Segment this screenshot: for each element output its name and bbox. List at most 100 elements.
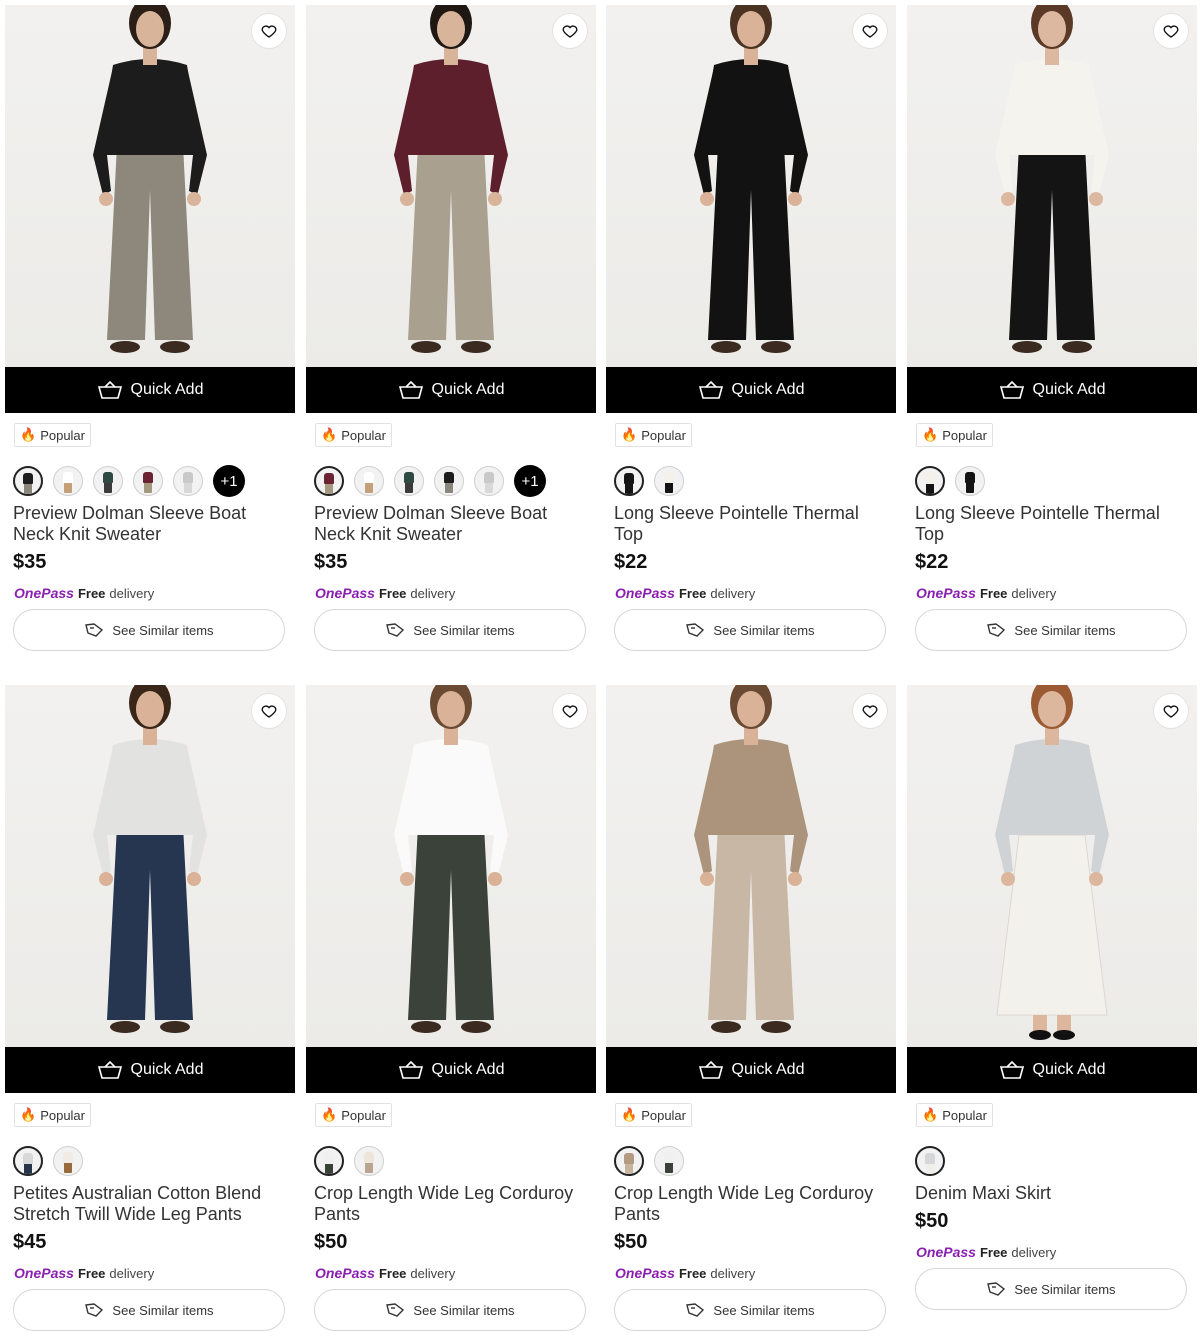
onepass-delivery: OnePass Free delivery — [14, 585, 295, 601]
quick-add-button[interactable]: Quick Add — [907, 1047, 1197, 1093]
model-face — [737, 691, 765, 727]
color-swatch[interactable] — [654, 1146, 684, 1176]
color-swatch[interactable] — [133, 466, 163, 496]
see-similar-button[interactable]: See Similar items — [915, 609, 1187, 651]
color-swatch[interactable] — [314, 466, 344, 496]
color-swatch[interactable] — [53, 1146, 83, 1176]
color-swatch[interactable] — [394, 466, 424, 496]
product-image[interactable] — [5, 685, 295, 1047]
color-swatch[interactable] — [13, 1146, 43, 1176]
color-swatch[interactable] — [173, 466, 203, 496]
product-image[interactable] — [306, 5, 596, 367]
quick-add-button[interactable]: Quick Add — [907, 367, 1197, 413]
product-card[interactable]: Quick Add 🔥 Popular Crop Length Wide Leg… — [606, 685, 896, 1331]
product-card[interactable]: Quick Add 🔥 Popular Denim Maxi Skirt $50… — [907, 685, 1197, 1310]
product-image[interactable] — [606, 5, 896, 367]
wishlist-button[interactable] — [1153, 693, 1189, 729]
flame-icon: 🔥 — [922, 427, 939, 442]
product-title[interactable]: Preview Dolman Sleeve Boat Neck Knit Swe… — [13, 503, 287, 545]
swatch-bottom — [184, 482, 192, 493]
product-title[interactable]: Crop Length Wide Leg Corduroy Pants — [314, 1183, 588, 1225]
swatch-top — [664, 472, 674, 483]
color-swatch[interactable] — [13, 466, 43, 496]
product-card[interactable]: Quick Add 🔥 Popular Long Sleeve Pointell… — [606, 5, 896, 651]
swatch-bottom — [665, 1162, 673, 1173]
model-photo — [995, 685, 1109, 1040]
color-swatch[interactable] — [354, 1146, 384, 1176]
see-similar-button[interactable]: See Similar items — [314, 1289, 586, 1331]
more-colors-button[interactable]: +1 — [514, 465, 546, 497]
product-image[interactable] — [5, 5, 295, 367]
product-image[interactable] — [606, 685, 896, 1047]
product-image[interactable] — [907, 5, 1197, 367]
delivery-label: delivery — [710, 1266, 756, 1281]
see-similar-button[interactable]: See Similar items — [13, 1289, 285, 1331]
swatch-bottom — [24, 483, 32, 494]
see-similar-button[interactable]: See Similar items — [614, 609, 886, 651]
quick-add-button[interactable]: Quick Add — [5, 1047, 295, 1093]
color-swatch[interactable] — [955, 466, 985, 496]
see-similar-button[interactable]: See Similar items — [915, 1268, 1187, 1310]
model-shoe — [711, 1021, 741, 1033]
quick-add-button[interactable]: Quick Add — [306, 367, 596, 413]
color-swatch[interactable] — [314, 1146, 344, 1176]
quick-add-button[interactable]: Quick Add — [5, 367, 295, 413]
wishlist-button[interactable] — [1153, 13, 1189, 49]
wishlist-button[interactable] — [852, 693, 888, 729]
wishlist-button[interactable] — [251, 693, 287, 729]
onepass-logo: OnePass — [14, 585, 74, 601]
swatch-bottom — [665, 482, 673, 493]
see-similar-button[interactable]: See Similar items — [13, 609, 285, 651]
product-title[interactable]: Long Sleeve Pointelle Thermal Top — [614, 503, 888, 545]
color-swatch[interactable] — [434, 466, 464, 496]
quick-add-label: Quick Add — [431, 381, 505, 398]
see-similar-button[interactable]: See Similar items — [314, 609, 586, 651]
product-image[interactable] — [306, 685, 596, 1047]
model-shoe — [110, 1021, 140, 1033]
model-hand — [187, 192, 201, 206]
wishlist-button[interactable] — [552, 13, 588, 49]
model-shoe — [1062, 341, 1092, 353]
flame-icon: 🔥 — [321, 1107, 338, 1122]
wishlist-button[interactable] — [552, 693, 588, 729]
product-title[interactable]: Preview Dolman Sleeve Boat Neck Knit Swe… — [314, 503, 588, 545]
quick-add-button[interactable]: Quick Add — [606, 1047, 896, 1093]
color-swatch[interactable] — [354, 466, 384, 496]
product-card[interactable]: Quick Add 🔥 Popular Long Sleeve Pointell… — [907, 5, 1197, 651]
color-swatch[interactable] — [474, 466, 504, 496]
product-image[interactable] — [907, 685, 1197, 1047]
free-label: Free — [77, 1266, 106, 1281]
color-swatch[interactable] — [915, 1146, 945, 1176]
swatch-bottom — [926, 483, 934, 494]
product-card[interactable]: Quick Add 🔥 Popular +1 Preview Dolman Sl… — [5, 5, 295, 651]
color-swatch[interactable] — [654, 466, 684, 496]
color-swatches — [915, 465, 1197, 497]
free-label: Free — [378, 1266, 407, 1281]
product-card[interactable]: Quick Add 🔥 Popular +1 Preview Dolman Sl… — [306, 5, 596, 651]
product-card[interactable]: Quick Add 🔥 Popular Crop Length Wide Leg… — [306, 685, 596, 1331]
popular-badge: 🔥 Popular — [315, 1103, 392, 1127]
see-similar-button[interactable]: See Similar items — [614, 1289, 886, 1331]
product-title[interactable]: Petites Australian Cotton Blend Stretch … — [13, 1183, 287, 1225]
swatch-bottom — [625, 1163, 633, 1174]
wishlist-button[interactable] — [852, 13, 888, 49]
onepass-delivery: OnePass Free delivery — [14, 1265, 295, 1281]
product-title[interactable]: Long Sleeve Pointelle Thermal Top — [915, 503, 1189, 545]
popular-label: Popular — [942, 427, 987, 443]
tag-icon — [686, 1303, 705, 1317]
color-swatch[interactable] — [53, 466, 83, 496]
wishlist-button[interactable] — [251, 13, 287, 49]
model-face — [136, 691, 164, 727]
quick-add-label: Quick Add — [130, 381, 204, 398]
quick-add-button[interactable]: Quick Add — [306, 1047, 596, 1093]
color-swatch[interactable] — [93, 466, 123, 496]
more-colors-button[interactable]: +1 — [213, 465, 245, 497]
product-card[interactable]: Quick Add 🔥 Popular Petites Australian C… — [5, 685, 295, 1331]
color-swatch[interactable] — [915, 466, 945, 496]
product-title[interactable]: Denim Maxi Skirt — [915, 1183, 1189, 1204]
color-swatch[interactable] — [614, 1146, 644, 1176]
product-title[interactable]: Crop Length Wide Leg Corduroy Pants — [614, 1183, 888, 1225]
model-shoe — [160, 341, 190, 353]
color-swatch[interactable] — [614, 466, 644, 496]
quick-add-button[interactable]: Quick Add — [606, 367, 896, 413]
